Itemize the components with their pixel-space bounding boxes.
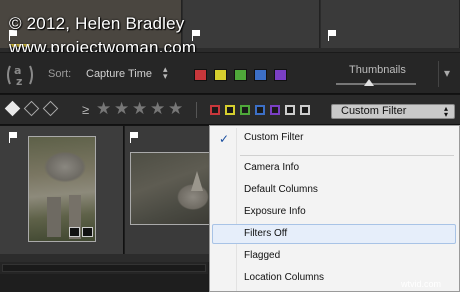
thumbnail-size-slider[interactable] bbox=[336, 83, 416, 85]
thumbnail-cell[interactable] bbox=[183, 0, 320, 48]
flag-filter-picked-icon[interactable] bbox=[4, 100, 21, 117]
flag-filter-rejected-icon[interactable] bbox=[42, 100, 59, 117]
menu-item-flagged[interactable]: Flagged bbox=[212, 246, 456, 266]
divider bbox=[438, 61, 439, 87]
flag-icon[interactable] bbox=[130, 132, 140, 143]
thumbnail-cell[interactable] bbox=[321, 0, 460, 48]
rating-star-5[interactable]: ★ bbox=[168, 99, 183, 119]
menu-item-label: Custom Filter bbox=[244, 132, 304, 143]
rating-star-2[interactable]: ★ bbox=[114, 99, 129, 119]
photo-thumbnail[interactable] bbox=[28, 136, 96, 242]
sort-select[interactable]: Capture Time bbox=[86, 68, 152, 80]
thumbnails-label: Thumbnails bbox=[349, 64, 406, 76]
sort-toolbar: a z Sort: Capture Time ▴ ▾ Thumbnails ▾ bbox=[0, 52, 460, 94]
collection-badge-icon[interactable] bbox=[69, 227, 80, 237]
color-label-blue[interactable] bbox=[254, 69, 267, 81]
label-filter-red[interactable] bbox=[210, 105, 220, 115]
color-label-red[interactable] bbox=[194, 69, 207, 81]
rating-star-4[interactable]: ★ bbox=[150, 99, 165, 119]
rating-star-3[interactable]: ★ bbox=[132, 99, 147, 119]
flag-filter-unflagged-icon[interactable] bbox=[23, 100, 40, 117]
menu-item-exposure-info[interactable]: Exposure Info bbox=[212, 202, 456, 222]
thumbnail-size-slider-knob[interactable] bbox=[364, 79, 374, 86]
rating-star-1[interactable]: ★ bbox=[96, 99, 111, 119]
sort-label: Sort: bbox=[48, 68, 72, 80]
watermark-copyright: © 2012, Helen Bradley bbox=[9, 14, 185, 33]
color-label-green[interactable] bbox=[234, 69, 247, 81]
color-label-yellow[interactable] bbox=[214, 69, 227, 81]
flag-icon[interactable] bbox=[328, 30, 338, 41]
label-filter-none[interactable] bbox=[300, 105, 310, 115]
menu-item-filters-off[interactable]: Filters Off bbox=[212, 224, 456, 244]
rating-compare-icon[interactable]: ≥ bbox=[82, 102, 89, 117]
menu-separator bbox=[240, 155, 454, 156]
filter-preset-select[interactable]: Custom Filter ▴ ▾ bbox=[331, 104, 455, 119]
divider bbox=[196, 102, 197, 118]
credit-watermark: wtvid.com bbox=[401, 279, 442, 289]
thumbnail-cell[interactable] bbox=[0, 126, 124, 254]
scrollbar-thumb[interactable] bbox=[2, 264, 206, 272]
menu-item-default-columns[interactable]: Default Columns bbox=[212, 180, 456, 200]
label-filter-blue[interactable] bbox=[255, 105, 265, 115]
filter-bar: ≥ ★ ★ ★ ★ ★ Custom Filter ▴ ▾ bbox=[0, 95, 460, 125]
filter-preset-value: Custom Filter bbox=[341, 105, 407, 117]
label-filter-yellow[interactable] bbox=[225, 105, 235, 115]
svg-text:z: z bbox=[16, 75, 22, 88]
select-arrows-icon: ▴ ▾ bbox=[443, 104, 448, 119]
menu-item-camera-info[interactable]: Camera Info bbox=[212, 158, 456, 178]
edited-badge-icon[interactable] bbox=[82, 227, 93, 237]
sort-select-arrows-icon[interactable]: ▴ ▾ bbox=[163, 65, 171, 81]
menu-item-custom-filter[interactable]: ✓ Custom Filter bbox=[212, 128, 456, 148]
label-filter-green[interactable] bbox=[240, 105, 250, 115]
horizontal-scrollbar[interactable] bbox=[0, 262, 208, 274]
sort-direction-icon[interactable]: a z bbox=[5, 62, 35, 88]
label-filter-purple[interactable] bbox=[270, 105, 280, 115]
photo-thumbnail[interactable] bbox=[130, 152, 220, 225]
checkmark-icon: ✓ bbox=[218, 132, 230, 146]
color-label-purple[interactable] bbox=[274, 69, 287, 81]
label-filter-custom[interactable] bbox=[285, 105, 295, 115]
flag-icon[interactable] bbox=[9, 132, 19, 143]
filter-preset-menu: ✓ Custom Filter Camera Info Default Colu… bbox=[209, 125, 460, 292]
toolbar-menu-chevron-icon[interactable]: ▾ bbox=[444, 66, 450, 80]
